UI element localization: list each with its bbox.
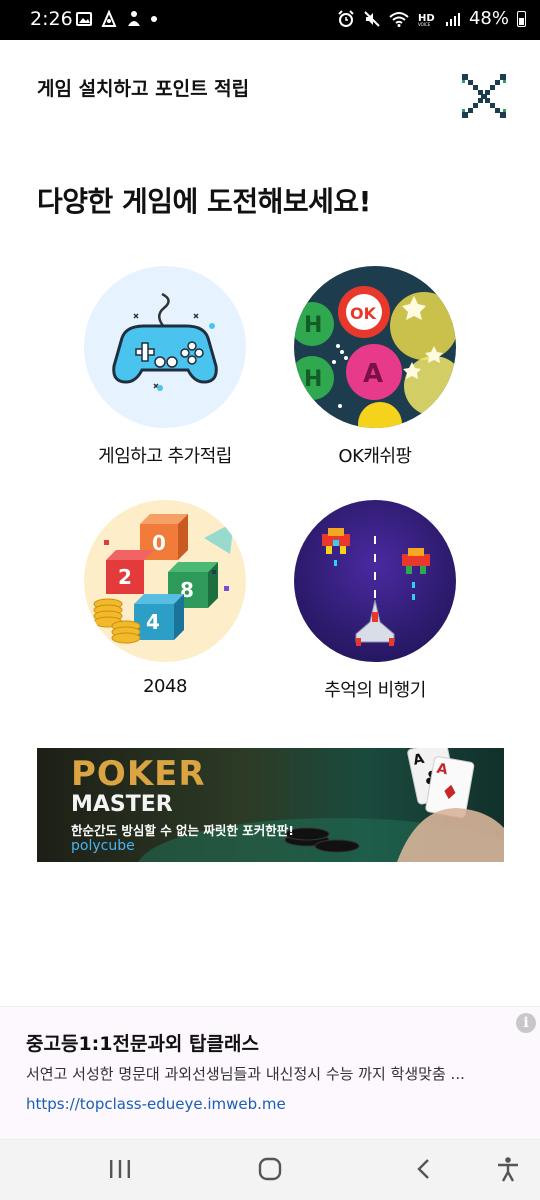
banner-title-poker: POKER [71,754,206,794]
app-icon [101,10,117,27]
ad-url-link[interactable]: https://topclass-edueye.imweb.me [26,1095,286,1113]
dot-icon [151,16,157,22]
svg-text:H: H [304,313,322,338]
section-headline: 다양한 게임에 도전해보세요! [37,185,371,218]
banner-title-master: MASTER [71,792,173,817]
ad-card[interactable]: i 중고등1:1전문과외 탑클래스 서연고 서성한 명문대 과외선생님들과 내신… [0,1006,540,1137]
status-bar: 2:26 HD VOICE 48% [0,0,540,40]
hd-voice-icon: HDVOICE [418,13,435,27]
banner-tagline: 한순간도 방심할 수 없는 짜릿한 포커한판! [71,823,294,838]
game-label: 2048 [143,676,187,697]
notification-icons [76,10,158,28]
gamepad-icon [112,292,218,391]
recent-apps-icon[interactable] [108,1158,132,1180]
svg-text:VOICE: VOICE [418,22,431,27]
image-icon [76,12,92,26]
game-thumbnail: H H OK A [294,266,456,428]
system-icons: HD VOICE 48% [337,8,526,29]
game-item-bonus[interactable]: 게임하고 추가적립 [65,266,265,478]
accessibility-icon[interactable] [496,1156,520,1182]
info-icon[interactable]: i [516,1013,536,1033]
svg-text:0: 0 [152,531,166,555]
close-icon[interactable] [460,72,508,120]
game-item-airplane[interactable]: 추억의 비행기 [275,500,475,712]
game-label: OK캐쉬팡 [338,446,412,467]
ad-title[interactable]: 중고등1:1전문과외 탑클래스 [26,1029,259,1056]
page-title: 게임 설치하고 포인트 적립 [37,78,250,100]
poker-master-banner[interactable]: A ♣ A ♦ POKER MASTER 한순간도 방심할 수 없는 짜릿한 포… [37,748,504,862]
svg-text:OK: OK [350,304,377,323]
game-item-2048[interactable]: 0 2 8 4 2048 [65,500,265,712]
system-nav-bar [0,1138,540,1200]
alarm-icon [338,9,354,27]
svg-text:H: H [304,367,322,392]
ad-description: 서연고 서성한 명문대 과외선생님들과 내신정시 수능 까지 학생맞춤 ... [26,1065,465,1083]
home-icon[interactable] [258,1157,282,1181]
back-icon[interactable] [414,1157,434,1181]
svg-text:4: 4 [146,610,160,634]
svg-text:2: 2 [118,565,132,589]
game-thumbnail: 0 2 8 4 [84,500,246,662]
spaceship-icon [322,528,430,646]
battery-percent: 48% [468,8,509,29]
svg-text:A: A [363,359,383,389]
number-blocks-icon: 0 2 8 4 [93,514,234,644]
signal-icon [445,12,460,26]
game-label: 추억의 비행기 [324,680,426,701]
banner-brand: polycube [71,838,135,854]
game-label: 게임하고 추가적립 [98,446,232,467]
game-thumbnail [294,500,456,662]
battery-icon [517,10,526,27]
game-thumbnail [84,266,246,428]
status-time: 2:26 [30,8,73,30]
game-item-okcashpang[interactable]: H H OK A OK캐쉬팡 [275,266,475,478]
mute-icon [364,10,380,27]
wifi-icon [389,11,409,27]
puzzle-balls-icon: H H OK A [294,286,456,428]
page-header: 게임 설치하고 포인트 적립 [0,40,540,130]
app-icon-2 [128,11,140,26]
